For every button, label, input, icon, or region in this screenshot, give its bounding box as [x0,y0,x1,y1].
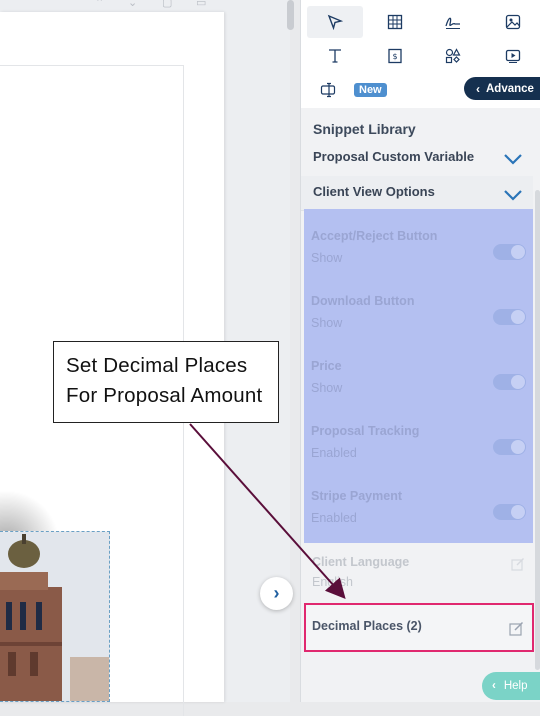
text-tool[interactable] [307,40,363,72]
right-panel: $ New ‹ Advance Snippet Library Proposal… [300,0,540,702]
text-field-tool[interactable] [307,74,351,106]
accordion-proposal-custom-variable[interactable]: Proposal Custom Variable [301,145,533,175]
video-tool[interactable] [485,40,540,72]
video-icon [505,49,521,63]
option-download: Download Button Show [311,294,526,344]
option-name: Proposal Tracking [311,424,420,438]
pricing-tool[interactable]: $ [367,40,423,72]
help-button[interactable]: ‹ Help [482,672,540,700]
shapes-tool[interactable] [425,40,481,72]
option-name: Accept/Reject Button [311,229,438,243]
annotation-callout: Set Decimal Places For Proposal Amount [53,341,279,423]
canvas-scrollbar[interactable] [287,0,294,30]
accordion-label: Proposal Custom Variable [313,149,475,164]
client-language-label: Client Language [312,555,410,569]
new-badge: New [354,83,387,97]
client-view-options-list: Accept/Reject Button Show Download Butto… [304,209,533,543]
table-icon [387,14,403,30]
proposal-tracking-toggle[interactable] [493,439,526,455]
option-value: Enabled [311,446,357,460]
snippet-library-title: Snippet Library [313,121,416,137]
stripe-payment-toggle[interactable] [493,504,526,520]
option-stripe-payment: Stripe Payment Enabled [311,489,526,539]
option-value: Show [311,251,343,265]
advance-button[interactable]: ‹ Advance [464,77,540,100]
text-field-icon [320,82,336,98]
option-price: Price Show [311,359,526,409]
client-language-row: Client Language English [312,553,527,593]
element-toolbar: $ New ‹ Advance [301,0,540,108]
option-accept-reject: Accept/Reject Button Show [311,229,526,279]
signature-tool[interactable] [425,6,481,38]
option-name: Stripe Payment [311,489,403,503]
decimal-places-row[interactable]: Decimal Places (2) [304,603,534,652]
option-name: Download Button [311,294,415,308]
edit-icon[interactable] [511,557,525,571]
accordion-label: Client View Options [313,184,435,199]
building-image[interactable] [0,531,110,702]
image-tool[interactable] [485,6,540,38]
callout-line-2: For Proposal Amount [66,384,263,407]
chevron-left-icon: ‹ [492,680,496,692]
svg-text:$: $ [392,52,397,61]
canvas-top-toolbar: ⌃ ⌄ ▢ ▭ [90,0,220,9]
option-name: Price [311,359,342,373]
signature-icon [445,17,460,29]
copy-icon[interactable]: ▢ [162,0,172,9]
cursor-tool[interactable] [307,6,363,38]
chevron-up-icon[interactable]: ⌃ [95,0,104,9]
chevron-right-icon: › [273,583,280,603]
accept-reject-toggle[interactable] [493,244,526,260]
edit-icon[interactable] [509,621,524,636]
chevron-left-icon: ‹ [476,81,480,96]
decimal-places-label: Decimal Places (2) [312,619,422,633]
accordion-client-view-options[interactable]: Client View Options [301,176,533,211]
image-icon [505,14,521,30]
download-toggle[interactable] [493,309,526,325]
panel-scrollbar[interactable] [535,190,540,670]
advance-label: Advance [486,82,534,95]
callout-line-1: Set Decimal Places [66,354,248,377]
cursor-icon [327,14,343,30]
expand-panel-button[interactable]: › [260,577,293,610]
option-value: Show [311,316,343,330]
client-language-value: English [312,575,353,589]
text-icon [329,49,341,63]
pricing-icon: $ [388,48,402,64]
trash-icon[interactable]: ▭ [196,0,206,9]
table-tool[interactable] [367,6,423,38]
chevron-down-icon[interactable]: ⌄ [128,0,137,9]
option-value: Enabled [311,511,357,525]
chevron-down-icon [504,190,522,201]
option-value: Show [311,381,343,395]
option-proposal-tracking: Proposal Tracking Enabled [311,424,526,474]
help-label: Help [503,680,528,692]
chevron-down-icon [504,154,522,165]
shapes-icon [445,48,461,64]
price-toggle[interactable] [493,374,526,390]
